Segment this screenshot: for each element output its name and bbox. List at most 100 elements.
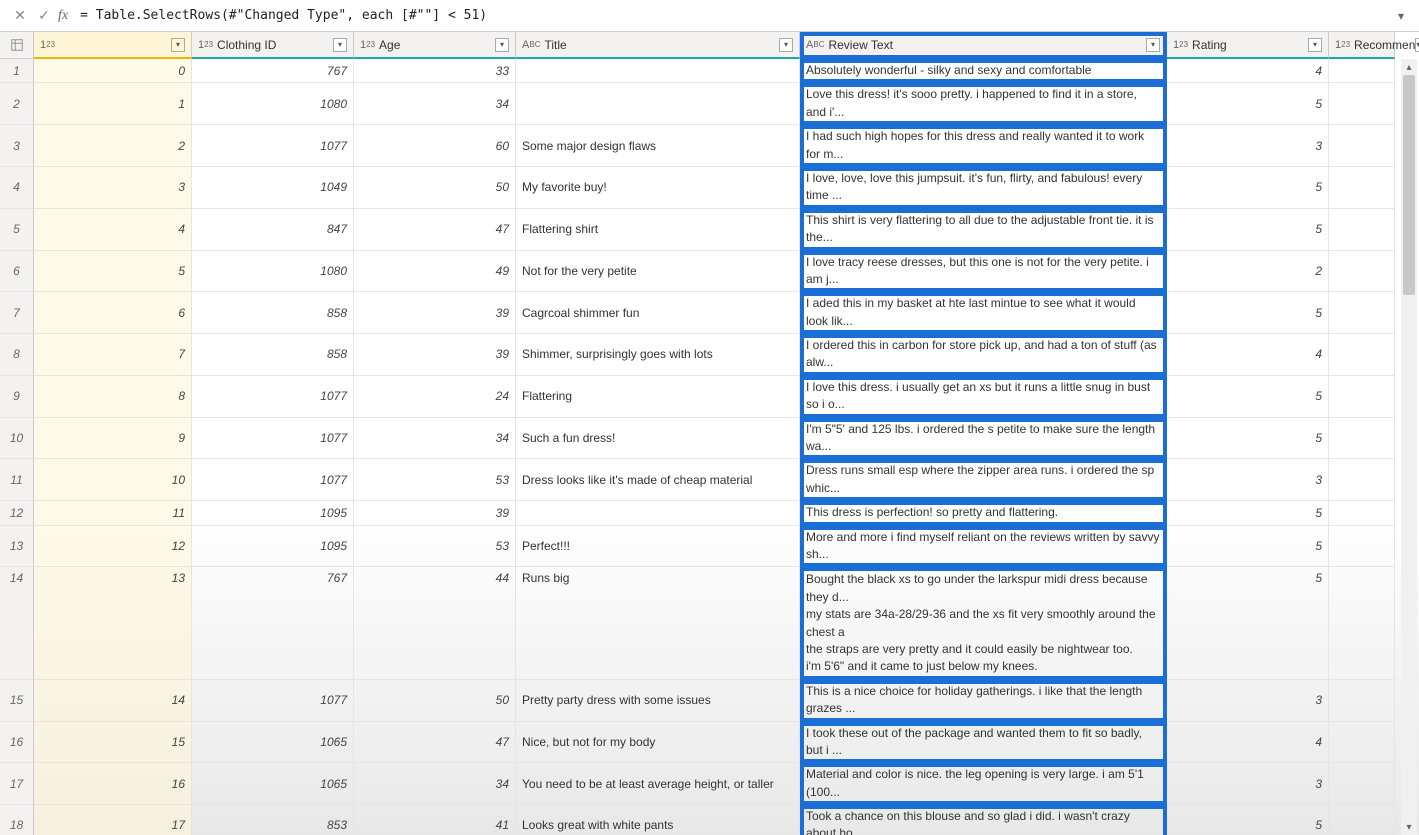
cell-review-text[interactable]: I aded this in my basket at hte last min… — [800, 292, 1167, 334]
row-number[interactable]: 3 — [0, 125, 34, 167]
cell-review-text[interactable]: Dress runs small esp where the zipper ar… — [800, 459, 1167, 501]
cell-review-text[interactable]: Absolutely wonderful - silky and sexy an… — [800, 59, 1167, 83]
cell-title[interactable]: Runs big — [516, 567, 800, 679]
cell-recommend[interactable] — [1329, 292, 1395, 334]
cell-clothing-id[interactable]: 767 — [192, 59, 354, 83]
cell-clothing-id[interactable]: 1080 — [192, 251, 354, 293]
column-filter-icon[interactable]: ▾ — [1308, 38, 1322, 52]
cell-review-text[interactable]: More and more i find myself reliant on t… — [800, 526, 1167, 568]
cell-title[interactable]: Flattering shirt — [516, 209, 800, 251]
scroll-up-icon[interactable]: ▴ — [1401, 59, 1417, 75]
table-corner-icon[interactable] — [0, 32, 34, 59]
cell-recommend[interactable] — [1329, 567, 1395, 679]
cell-index[interactable]: 3 — [34, 167, 192, 209]
row-number[interactable]: 4 — [0, 167, 34, 209]
cell-clothing-id[interactable]: 858 — [192, 292, 354, 334]
cell-index[interactable]: 17 — [34, 805, 192, 835]
cell-age[interactable]: 24 — [354, 376, 516, 418]
cell-recommend[interactable] — [1329, 680, 1395, 722]
cell-index[interactable]: 4 — [34, 209, 192, 251]
cell-recommend[interactable] — [1329, 526, 1395, 568]
cell-index[interactable]: 9 — [34, 418, 192, 460]
cell-clothing-id[interactable]: 1065 — [192, 722, 354, 764]
cell-index[interactable]: 16 — [34, 763, 192, 805]
column-filter-icon[interactable]: ▾ — [1415, 38, 1419, 52]
cell-clothing-id[interactable]: 1077 — [192, 125, 354, 167]
cell-review-text[interactable]: I took these out of the package and want… — [800, 722, 1167, 764]
cell-rating[interactable]: 3 — [1167, 680, 1329, 722]
row-number[interactable]: 18 — [0, 805, 34, 835]
cell-rating[interactable]: 5 — [1167, 376, 1329, 418]
cell-rating[interactable]: 5 — [1167, 209, 1329, 251]
cell-index[interactable]: 7 — [34, 334, 192, 376]
cell-age[interactable]: 33 — [354, 59, 516, 83]
cell-title[interactable]: Looks great with white pants — [516, 805, 800, 835]
cell-title[interactable]: You need to be at least average height, … — [516, 763, 800, 805]
cell-review-text[interactable]: I'm 5"5' and 125 lbs. i ordered the s pe… — [800, 418, 1167, 460]
cell-recommend[interactable] — [1329, 418, 1395, 460]
cell-title[interactable]: Nice, but not for my body — [516, 722, 800, 764]
cell-clothing-id[interactable]: 1065 — [192, 763, 354, 805]
cell-index[interactable]: 14 — [34, 680, 192, 722]
row-number[interactable]: 16 — [0, 722, 34, 764]
row-number[interactable]: 6 — [0, 251, 34, 293]
cell-rating[interactable]: 3 — [1167, 459, 1329, 501]
cell-recommend[interactable] — [1329, 334, 1395, 376]
cell-index[interactable]: 12 — [34, 526, 192, 568]
cell-age[interactable]: 53 — [354, 526, 516, 568]
cell-index[interactable]: 6 — [34, 292, 192, 334]
cell-clothing-id[interactable]: 853 — [192, 805, 354, 835]
cell-review-text[interactable]: Material and color is nice. the leg open… — [800, 763, 1167, 805]
column-header-review-text[interactable]: ABCReview Text▾ — [800, 32, 1167, 59]
cell-title[interactable] — [516, 501, 800, 525]
cell-age[interactable]: 39 — [354, 501, 516, 525]
column-header-index[interactable]: 123▾ — [34, 32, 192, 59]
cell-index[interactable]: 11 — [34, 501, 192, 525]
row-number[interactable]: 13 — [0, 526, 34, 568]
cell-age[interactable]: 39 — [354, 292, 516, 334]
cell-age[interactable]: 50 — [354, 167, 516, 209]
cell-title[interactable]: Shimmer, surprisingly goes with lots — [516, 334, 800, 376]
cell-index[interactable]: 1 — [34, 83, 192, 125]
cell-title[interactable]: Cagrcoal shimmer fun — [516, 292, 800, 334]
row-number[interactable]: 5 — [0, 209, 34, 251]
cell-recommend[interactable] — [1329, 125, 1395, 167]
row-number[interactable]: 8 — [0, 334, 34, 376]
scroll-down-icon[interactable]: ▾ — [1401, 819, 1417, 835]
cell-index[interactable]: 10 — [34, 459, 192, 501]
cell-review-text[interactable]: I love this dress. i usually get an xs b… — [800, 376, 1167, 418]
cell-title[interactable]: My favorite buy! — [516, 167, 800, 209]
column-filter-icon[interactable]: ▾ — [779, 38, 793, 52]
cell-clothing-id[interactable]: 1080 — [192, 83, 354, 125]
cell-rating[interactable]: 4 — [1167, 59, 1329, 83]
cell-age[interactable]: 47 — [354, 209, 516, 251]
cell-clothing-id[interactable]: 1077 — [192, 459, 354, 501]
cell-index[interactable]: 8 — [34, 376, 192, 418]
cell-recommend[interactable] — [1329, 376, 1395, 418]
cell-clothing-id[interactable]: 1077 — [192, 418, 354, 460]
cell-recommend[interactable] — [1329, 83, 1395, 125]
cell-age[interactable]: 49 — [354, 251, 516, 293]
cell-rating[interactable]: 5 — [1167, 167, 1329, 209]
column-header-rating[interactable]: 123Rating▾ — [1167, 32, 1329, 59]
row-number[interactable]: 11 — [0, 459, 34, 501]
cell-age[interactable]: 39 — [354, 334, 516, 376]
column-filter-icon[interactable]: ▾ — [333, 38, 347, 52]
cell-rating[interactable]: 5 — [1167, 805, 1329, 835]
cell-age[interactable]: 47 — [354, 722, 516, 764]
cell-title[interactable]: Perfect!!! — [516, 526, 800, 568]
column-filter-icon[interactable]: ▾ — [1146, 38, 1160, 52]
cell-rating[interactable]: 5 — [1167, 501, 1329, 525]
cell-age[interactable]: 50 — [354, 680, 516, 722]
cell-title[interactable]: Dress looks like it's made of cheap mate… — [516, 459, 800, 501]
column-header-age[interactable]: 123Age▾ — [354, 32, 516, 59]
cell-clothing-id[interactable]: 767 — [192, 567, 354, 679]
row-number[interactable]: 15 — [0, 680, 34, 722]
cancel-icon[interactable]: ✕ — [8, 4, 32, 28]
row-number[interactable]: 9 — [0, 376, 34, 418]
cell-clothing-id[interactable]: 1077 — [192, 680, 354, 722]
cell-review-text[interactable]: Took a chance on this blouse and so glad… — [800, 805, 1167, 835]
cell-recommend[interactable] — [1329, 167, 1395, 209]
expand-formula-icon[interactable]: ▾ — [1391, 9, 1411, 23]
cell-rating[interactable]: 5 — [1167, 292, 1329, 334]
